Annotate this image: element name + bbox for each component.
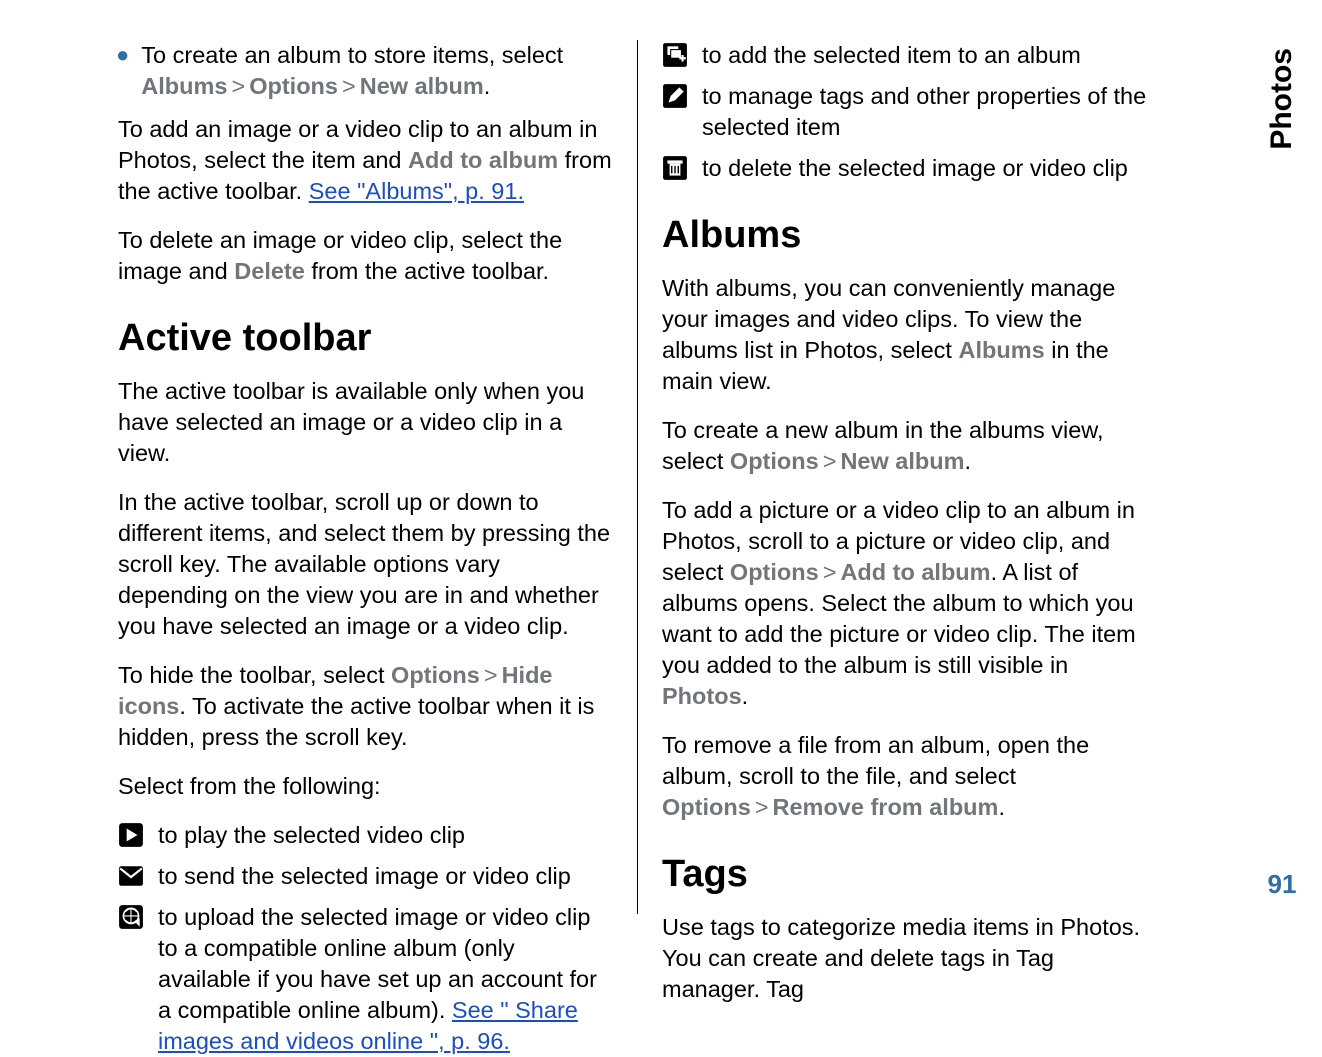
envelope-icon: [118, 863, 144, 889]
toolbar-item-tags: to manage tags and other properties of t…: [662, 81, 1158, 143]
trash-icon: [662, 155, 688, 181]
menu-options: Options: [249, 73, 338, 99]
para-add-to-album: To add an image or a video clip to an al…: [118, 114, 613, 207]
content-columns: ● To create an album to store items, sel…: [0, 30, 1242, 924]
menu-options: Options: [730, 559, 819, 585]
menu-photos: Photos: [662, 683, 742, 709]
text: .: [998, 794, 1005, 820]
toolbar-item-add-album: to add the selected item to an album: [662, 40, 1158, 71]
heading-active-toolbar: Active toolbar: [118, 317, 613, 360]
add-to-album-icon: [662, 42, 688, 68]
left-column: ● To create an album to store items, sel…: [118, 40, 638, 914]
menu-delete: Delete: [234, 258, 305, 284]
sep: >: [227, 73, 249, 99]
pencil-edit-icon: [662, 83, 688, 109]
link-see-albums[interactable]: See "Albums", p. 91.: [309, 178, 524, 204]
para-hide-toolbar: To hide the toolbar, select Options>Hide…: [118, 660, 613, 753]
sep: >: [338, 73, 360, 99]
text: .: [484, 73, 491, 99]
text: to add the selected item to an album: [702, 40, 1158, 71]
text: to manage tags and other properties of t…: [702, 81, 1158, 143]
menu-options: Options: [391, 662, 480, 688]
toolbar-item-play: to play the selected video clip: [118, 820, 613, 851]
menu-options: Options: [662, 794, 751, 820]
text: To hide the toolbar, select: [118, 662, 391, 688]
para-select-following: Select from the following:: [118, 771, 613, 802]
text: To create an album to store items, selec…: [141, 42, 563, 68]
side-tab-label: Photos: [1265, 48, 1299, 150]
sep: >: [480, 662, 502, 688]
right-column: to add the selected item to an album to …: [638, 40, 1178, 914]
bullet-icon: ●: [116, 42, 129, 102]
menu-albums: Albums: [141, 73, 227, 99]
bullet-create-album: ● To create an album to store items, sel…: [116, 40, 613, 102]
menu-add-to-album: Add to album: [840, 559, 990, 585]
text: to upload the selected image or video cl…: [158, 902, 613, 1057]
para-toolbar-availability: The active toolbar is available only whe…: [118, 376, 613, 469]
play-icon: [118, 822, 144, 848]
para-remove-from-album: To remove a file from an album, open the…: [662, 730, 1158, 823]
toolbar-item-upload: to upload the selected image or video cl…: [118, 902, 613, 1057]
text: to send the selected image or video clip: [158, 861, 613, 892]
text: To remove a file from an album, open the…: [662, 732, 1089, 789]
menu-add-to-album: Add to album: [408, 147, 558, 173]
toolbar-item-send: to send the selected image or video clip: [118, 861, 613, 892]
para-create-new-album: To create a new album in the albums view…: [662, 415, 1158, 477]
para-tags-intro: Use tags to categorize media items in Ph…: [662, 912, 1158, 1005]
text: to delete the selected image or video cl…: [702, 153, 1158, 184]
menu-remove-from-album: Remove from album: [773, 794, 999, 820]
text: .: [965, 448, 972, 474]
para-add-to-album-right: To add a picture or a video clip to an a…: [662, 495, 1158, 712]
text: .: [742, 683, 749, 709]
page: ● To create an album to store items, sel…: [0, 30, 1322, 924]
heading-tags: Tags: [662, 853, 1158, 896]
menu-options: Options: [730, 448, 819, 474]
text: to play the selected video clip: [158, 820, 613, 851]
menu-albums: Albums: [959, 337, 1045, 363]
heading-albums: Albums: [662, 214, 1158, 257]
menu-new-album: New album: [360, 73, 484, 99]
para-delete: To delete an image or video clip, select…: [118, 225, 613, 287]
text: from the active toolbar.: [305, 258, 549, 284]
sep: >: [819, 559, 841, 585]
page-number: 91: [1268, 869, 1297, 900]
bullet-text: To create an album to store items, selec…: [141, 40, 613, 102]
side-panel: Photos 91: [1242, 30, 1322, 924]
para-albums-intro: With albums, you can conveniently manage…: [662, 273, 1158, 397]
para-toolbar-scroll: In the active toolbar, scroll up or down…: [118, 487, 613, 642]
menu-new-album: New album: [840, 448, 964, 474]
sep: >: [751, 794, 773, 820]
toolbar-item-delete: to delete the selected image or video cl…: [662, 153, 1158, 184]
sep: >: [819, 448, 841, 474]
text: . To activate the active toolbar when it…: [118, 693, 594, 750]
globe-upload-icon: [118, 904, 144, 930]
